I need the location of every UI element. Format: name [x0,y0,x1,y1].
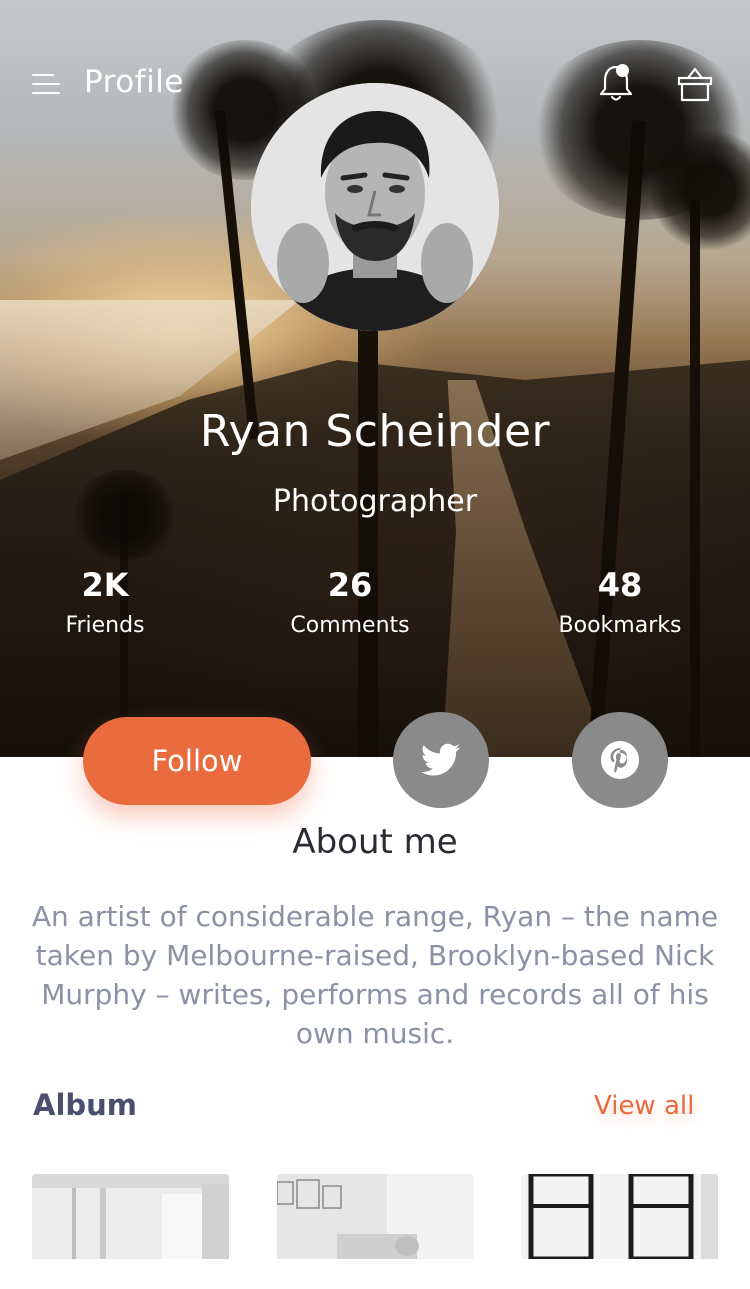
stat-value: 26 [327,566,373,604]
about-heading: About me [292,822,458,862]
stat-value: 48 [597,566,643,604]
stat-bookmarks[interactable]: 48 Bookmarks [510,565,730,638]
twitter-icon [421,743,460,776]
stat-label: Comments [290,613,410,638]
twitter-button[interactable] [393,712,489,808]
profile-name: Ryan Scheinder [199,406,551,457]
album-heading: Album [33,1088,138,1122]
album-thumbnail[interactable] [277,1174,474,1259]
avatar [251,83,499,331]
hamburger-menu-icon[interactable] [32,72,60,96]
pinterest-button[interactable] [572,712,668,808]
about-text: An artist of considerable range, Ryan – … [31,900,719,1050]
stat-label: Friends [65,613,145,638]
view-all-link[interactable]: View all [594,1091,694,1121]
shopping-basket-icon[interactable] [676,66,714,104]
stat-value: 2K [81,566,129,604]
profile-role: Photographer [272,484,478,519]
page-title: Profile [84,64,184,100]
stat-comments[interactable]: 26 Comments [240,565,460,638]
notification-dot [616,64,629,77]
album-thumbnail[interactable] [32,1174,229,1259]
stat-friends[interactable]: 2K Friends [0,565,215,638]
stat-label: Bookmarks [558,613,682,638]
album-thumbnail[interactable] [521,1174,718,1259]
pinterest-icon [601,741,639,779]
follow-button[interactable]: Follow [83,717,311,805]
